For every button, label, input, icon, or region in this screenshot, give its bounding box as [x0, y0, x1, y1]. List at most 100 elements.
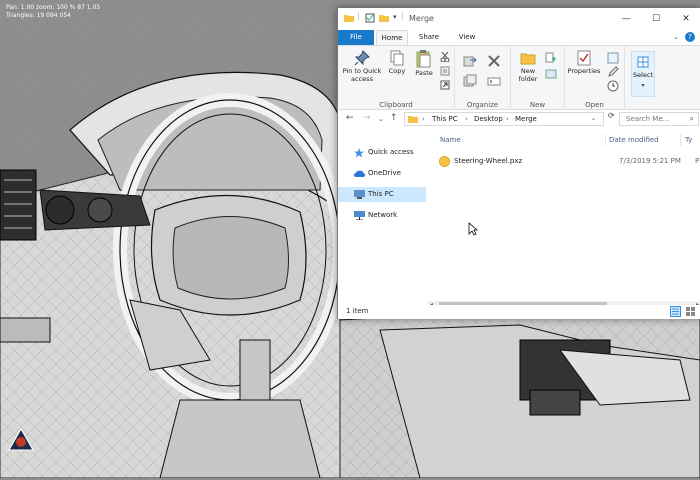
minimize-button[interactable]: —	[611, 8, 641, 30]
status-bar: 1 item	[338, 305, 700, 319]
organize-label: Organize	[466, 101, 499, 109]
nav-label-network: Network	[368, 211, 398, 219]
pxz-file-icon	[439, 156, 450, 167]
rename-icon[interactable]	[487, 74, 501, 88]
recent-locations-button[interactable]: ⌄	[378, 115, 384, 123]
properties-button[interactable]: Properties	[567, 50, 601, 75]
address-bar[interactable]: › This PC › Desktop › Merge ⌄	[404, 112, 604, 126]
forward-button[interactable]: →	[363, 113, 371, 123]
breadcrumb-merge[interactable]: Merge	[515, 115, 537, 123]
nav-item-quick-access[interactable]: Quick access	[338, 145, 426, 160]
nav-label-quick-access: Quick access	[368, 148, 414, 156]
column-header-name[interactable]: Name	[440, 136, 461, 144]
select-dropdown-icon: ▾	[641, 82, 645, 89]
paste-button[interactable]: Paste	[412, 50, 436, 77]
details-view-glyph	[672, 308, 679, 315]
folder-icon	[344, 15, 354, 22]
column-header-date[interactable]: Date modified	[609, 136, 659, 144]
file-date: 7/3/2019 5:21 PM	[619, 157, 681, 165]
paste-label: Paste	[415, 69, 433, 77]
file-name: Steering-Wheel.pxz	[454, 157, 523, 165]
search-box[interactable]: Search Me... ⌕	[619, 112, 699, 126]
clipboard-label: Clipboard	[379, 101, 413, 109]
column-header-type[interactable]: Ty	[685, 136, 692, 144]
network-icon	[354, 211, 365, 220]
select-label: Select	[632, 71, 654, 79]
properties-icon	[577, 50, 591, 66]
nav-item-onedrive[interactable]: OneDrive	[338, 166, 426, 181]
cut-icon[interactable]	[440, 52, 450, 62]
properties-label: Properties	[567, 67, 601, 75]
history-icon[interactable]	[607, 80, 619, 92]
copy-label: Copy	[388, 67, 406, 75]
new-folder-button[interactable]: New folder	[513, 50, 543, 83]
breadcrumb-this-pc[interactable]: This PC	[432, 115, 458, 123]
ribbon: Pin to Quick access Copy Paste Clipboard…	[338, 45, 700, 110]
refresh-icon[interactable]: ⟳	[608, 111, 615, 120]
item-count: 1 item	[346, 307, 369, 315]
tab-view[interactable]: View	[452, 30, 482, 45]
ribbon-expand-icon[interactable]: ⌄	[673, 33, 679, 41]
new-item-icon[interactable]	[545, 52, 557, 64]
cloud-icon	[354, 170, 365, 177]
breadcrumb-separator-icon: ›	[422, 115, 425, 123]
large-icons-glyph	[686, 307, 695, 316]
tab-share[interactable]: Share	[414, 30, 444, 45]
new-label: New	[529, 101, 546, 109]
paste-shortcut-icon[interactable]	[440, 80, 450, 90]
maximize-button[interactable]: ☐	[641, 8, 671, 30]
pin-to-quick-access-button[interactable]: Pin to Quick access	[340, 50, 384, 83]
customize-toolbar-icon[interactable]: ▾	[393, 13, 397, 21]
address-dropdown-icon[interactable]: ⌄	[591, 115, 596, 122]
nav-label-onedrive: OneDrive	[368, 169, 401, 177]
ribbon-tabs: File Home Share View ⌄ ?	[338, 30, 700, 45]
organize-group: Organize	[455, 46, 511, 110]
open-icon[interactable]	[607, 52, 619, 64]
file-row[interactable]: Steering-Wheel.pxz 7/3/2019 5:21 PM PX	[438, 154, 700, 168]
new-folder-quick-icon[interactable]	[379, 13, 389, 23]
breadcrumb-desktop[interactable]: Desktop	[474, 115, 503, 123]
navigation-pane: Quick access OneDrive This PC Network	[338, 130, 429, 305]
viewport-stats-line: Pan: 1.00 zoom: 100 % 87 1.05	[6, 4, 101, 11]
large-icons-view-icon[interactable]	[685, 306, 696, 317]
delete-icon[interactable]	[487, 54, 501, 68]
select-all-icon	[637, 56, 649, 68]
select-button[interactable]: Select ▾	[631, 51, 655, 97]
pin-label: Pin to Quick access	[342, 67, 382, 83]
tab-file[interactable]: File	[338, 30, 374, 45]
column-divider[interactable]	[680, 134, 681, 146]
edit-icon[interactable]	[607, 66, 619, 78]
column-divider[interactable]	[605, 134, 606, 146]
paste-icon	[416, 50, 431, 68]
file-type: PX	[695, 157, 700, 165]
back-button[interactable]: ←	[346, 113, 354, 123]
copy-path-icon[interactable]	[440, 66, 450, 76]
new-folder-label: New folder	[518, 67, 538, 83]
nav-item-network[interactable]: Network	[338, 208, 426, 223]
tab-home[interactable]: Home	[376, 30, 408, 45]
folder-icon	[408, 116, 418, 123]
copy-icon	[390, 50, 404, 66]
mouse-cursor-icon	[468, 222, 478, 236]
move-to-icon[interactable]	[463, 54, 477, 68]
file-list[interactable]: Name Date modified Ty Steering-Wheel.pxz…	[428, 130, 700, 305]
breadcrumb-separator-icon: ›	[465, 115, 468, 123]
viewport-triangle-count: Triangles: 19 094 054	[6, 12, 71, 19]
open-group: Properties Open	[565, 46, 625, 110]
close-button[interactable]: ✕	[671, 8, 700, 30]
nav-item-this-pc[interactable]: This PC	[338, 187, 426, 202]
title-bar[interactable]: | ▾ | Merge — ☐ ✕	[338, 8, 700, 30]
open-label: Open	[585, 101, 604, 109]
help-icon[interactable]: ?	[685, 32, 695, 42]
app-logo-icon	[8, 427, 34, 451]
up-button[interactable]: ↑	[390, 113, 398, 123]
details-view-icon[interactable]	[670, 306, 681, 317]
window-title: Merge	[409, 14, 434, 23]
new-folder-icon	[520, 53, 536, 65]
new-group: New folder New	[511, 46, 565, 110]
copy-button[interactable]: Copy	[386, 50, 408, 75]
copy-to-icon[interactable]	[463, 74, 477, 88]
address-row: ← → ⌄ ↑ › This PC › Desktop › Merge ⌄ ⟳ …	[338, 110, 700, 130]
easy-access-icon[interactable]	[545, 68, 557, 80]
properties-quick-icon[interactable]	[365, 13, 375, 23]
